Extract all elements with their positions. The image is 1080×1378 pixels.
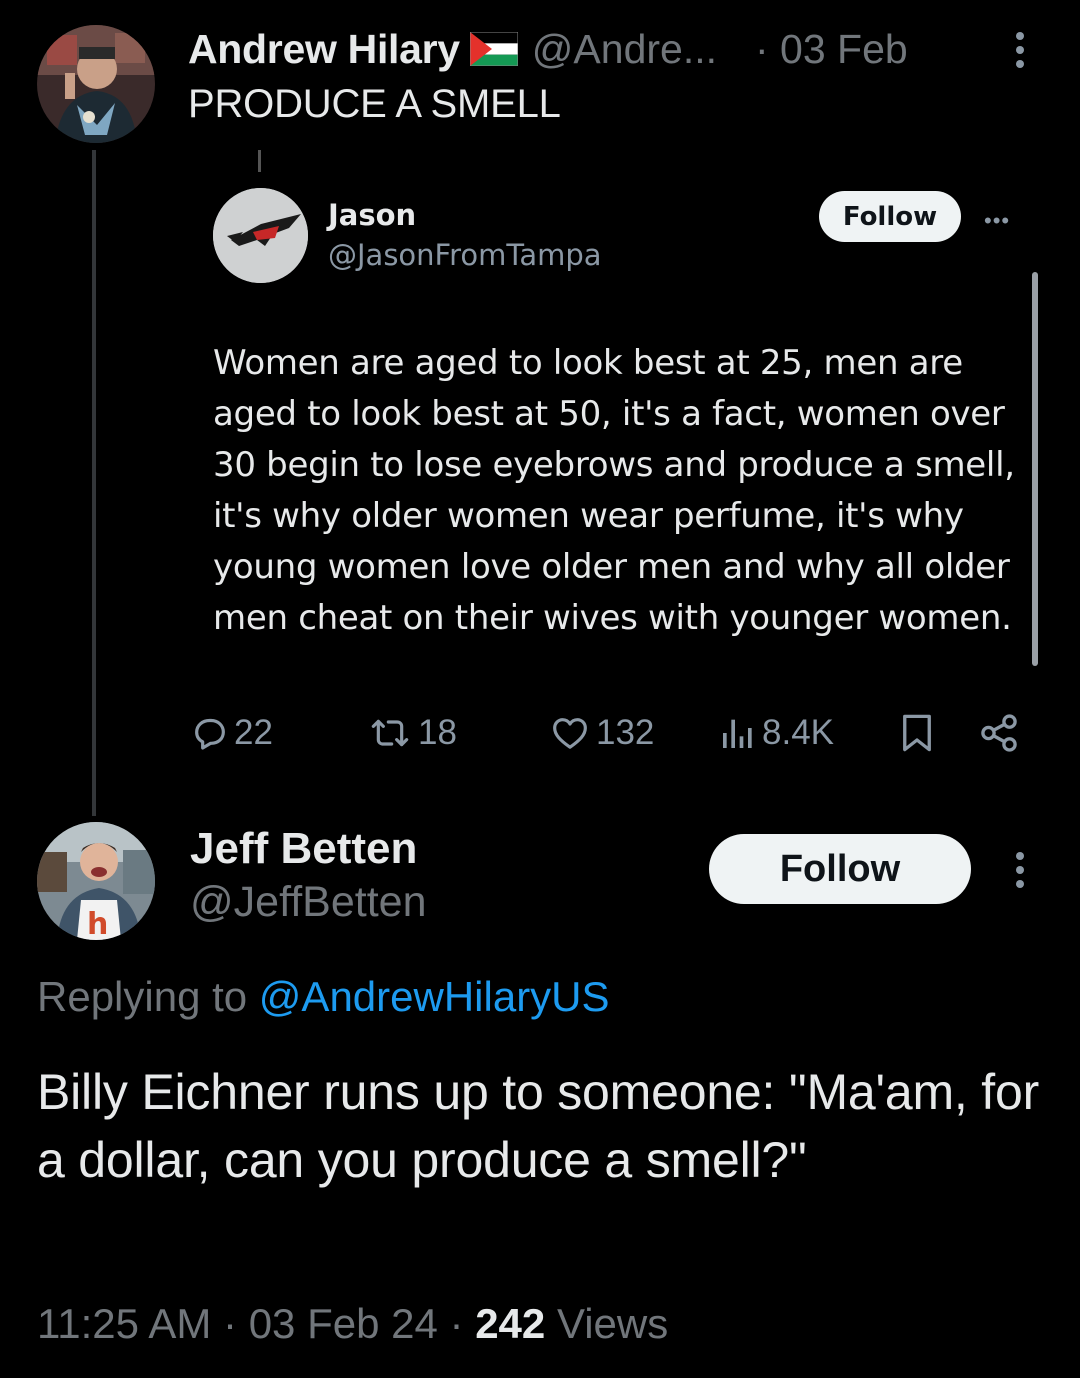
views-action[interactable]: 8.4K bbox=[718, 708, 834, 758]
reply-views-label: Views bbox=[556, 1300, 669, 1347]
analytics-icon bbox=[723, 719, 752, 748]
reply-count: 22 bbox=[234, 713, 273, 752]
like-count: 132 bbox=[596, 713, 655, 752]
bookmark-icon bbox=[903, 714, 931, 752]
tweet-time[interactable]: 11:25 AM bbox=[37, 1300, 211, 1347]
reply-author-handle[interactable]: @JeffBetten bbox=[190, 878, 427, 927]
parent-tweet-header: Andrew Hilary @Andre... · 03 Feb bbox=[188, 24, 908, 74]
reply-tweet-text: Billy Eichner runs up to someone: "Ma'am… bbox=[37, 1064, 1040, 1188]
follow-button[interactable]: Follow bbox=[709, 834, 971, 904]
svg-text:h: h bbox=[87, 907, 108, 940]
quoted-author-name: Jason bbox=[328, 198, 417, 232]
quoted-tweet-divider bbox=[258, 150, 261, 172]
palestine-flag-icon bbox=[469, 31, 519, 67]
quoted-more-icon: ••• bbox=[984, 208, 1011, 233]
jeff-avatar[interactable]: h bbox=[37, 822, 155, 940]
quoted-author-handle: @JasonFromTampa bbox=[328, 238, 602, 272]
quoted-follow-button: Follow bbox=[819, 191, 961, 242]
tweet-full-date[interactable]: 03 Feb 24 bbox=[249, 1300, 438, 1347]
retweet-count: 18 bbox=[418, 713, 457, 752]
tweet-date[interactable]: · 03 Feb bbox=[755, 26, 908, 73]
mention-link[interactable]: @AndrewHilaryUS bbox=[259, 973, 610, 1020]
meta-separator: · bbox=[449, 1300, 464, 1347]
heart-icon bbox=[553, 718, 587, 749]
andrew-avatar[interactable] bbox=[37, 25, 155, 143]
reply-views-count[interactable]: 242 bbox=[475, 1300, 545, 1347]
thread-line bbox=[92, 150, 96, 816]
quoted-tweet-text: Women are aged to look best at 25, men a… bbox=[213, 343, 1015, 638]
retweet-action[interactable]: 18 bbox=[366, 708, 457, 758]
jason-avatar[interactable] bbox=[213, 188, 308, 283]
quoted-scrollbar bbox=[1032, 272, 1038, 666]
replying-to: Replying to @AndrewHilaryUS bbox=[37, 973, 610, 1021]
more-options-icon[interactable] bbox=[1012, 850, 1028, 890]
share-action[interactable] bbox=[978, 708, 1020, 758]
replying-prefix: Replying to bbox=[37, 973, 259, 1020]
reply-author-name[interactable]: Jeff Betten bbox=[190, 824, 417, 874]
reply-icon bbox=[195, 718, 225, 750]
views-count: 8.4K bbox=[762, 713, 834, 752]
more-options-icon[interactable] bbox=[1012, 30, 1028, 70]
author-name[interactable]: Andrew Hilary bbox=[188, 26, 460, 73]
like-action[interactable]: 132 bbox=[548, 708, 654, 758]
reply-action[interactable]: 22 bbox=[190, 708, 273, 758]
share-icon bbox=[981, 714, 1017, 752]
retweet-icon bbox=[371, 719, 409, 747]
meta-separator: · bbox=[223, 1300, 238, 1347]
tweet-meta: 11:25 AM · 03 Feb 24 · 242 Views bbox=[37, 1300, 668, 1348]
parent-tweet-text: PRODUCE A SMELL bbox=[188, 82, 561, 126]
bookmark-action[interactable] bbox=[898, 708, 936, 758]
author-handle[interactable]: @Andre... bbox=[532, 26, 717, 73]
